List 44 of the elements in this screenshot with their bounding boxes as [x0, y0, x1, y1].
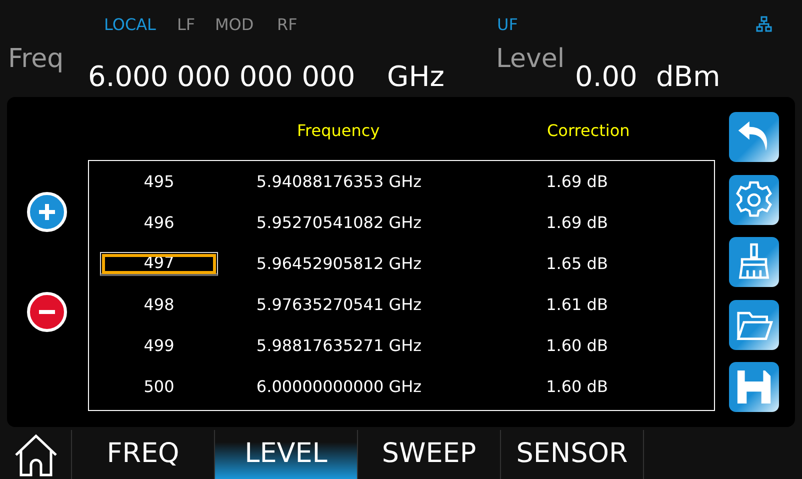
freq-value: 6.000 000 000 000: [88, 59, 356, 95]
table-cell-text: 1.60 dB: [545, 334, 609, 356]
table-cell[interactable]: 496: [100, 212, 218, 232]
table-cell-text: 5.94088176353 GHz: [255, 170, 423, 192]
table-cell-text: 1.61 dB: [545, 294, 609, 316]
table-cell[interactable]: 500: [100, 376, 218, 396]
column-header: Frequency: [297, 120, 380, 142]
plus-icon: [37, 202, 57, 222]
freq-label: Freq: [8, 43, 64, 76]
minus-icon: [37, 310, 57, 314]
table-cell[interactable]: 498: [100, 294, 218, 314]
freq-unit: GHz: [387, 59, 444, 95]
tab[interactable]: SENSOR: [501, 430, 644, 479]
settings-button[interactable]: [729, 174, 779, 224]
add-button[interactable]: [27, 192, 67, 232]
status-indicator: MOD: [215, 14, 254, 36]
level-value: 0.00: [575, 59, 638, 95]
status-indicator: UF: [497, 14, 518, 36]
table-cell-text: 5.98817635271 GHz: [255, 334, 423, 356]
table-cell[interactable]: 499: [100, 336, 218, 356]
table-cell-text: 1.69 dB: [545, 212, 609, 234]
status-indicator: RF: [277, 14, 298, 36]
home-icon: [12, 432, 58, 476]
table-cell-text: 1.60 dB: [545, 376, 609, 398]
column-header: Correction: [547, 120, 630, 142]
table-cell-text: 5.95270541082 GHz: [255, 212, 423, 234]
level-label: Level: [496, 43, 565, 76]
table-cell-text: 1.65 dB: [545, 252, 609, 274]
open-button[interactable]: [729, 300, 779, 350]
table-cell[interactable]: 495: [100, 172, 218, 192]
status-indicator: LOCAL: [104, 14, 156, 36]
table-cell-text: 5.96452905812 GHz: [255, 252, 423, 274]
clear-button[interactable]: [729, 237, 779, 287]
table-cell-text: 6.00000000000 GHz: [255, 376, 423, 398]
network-icon: [756, 16, 772, 32]
status-indicator: LF: [177, 14, 196, 36]
save-button[interactable]: [729, 362, 779, 412]
remove-button[interactable]: [27, 292, 67, 332]
table-cell-text: 5.97635270541 GHz: [255, 294, 423, 316]
back-button[interactable]: [729, 112, 779, 162]
level-unit: dBm: [656, 59, 720, 95]
table-cell-text: 1.69 dB: [545, 170, 609, 192]
tab[interactable]: SWEEP: [358, 430, 501, 479]
tab[interactable]: LEVEL: [215, 430, 358, 479]
